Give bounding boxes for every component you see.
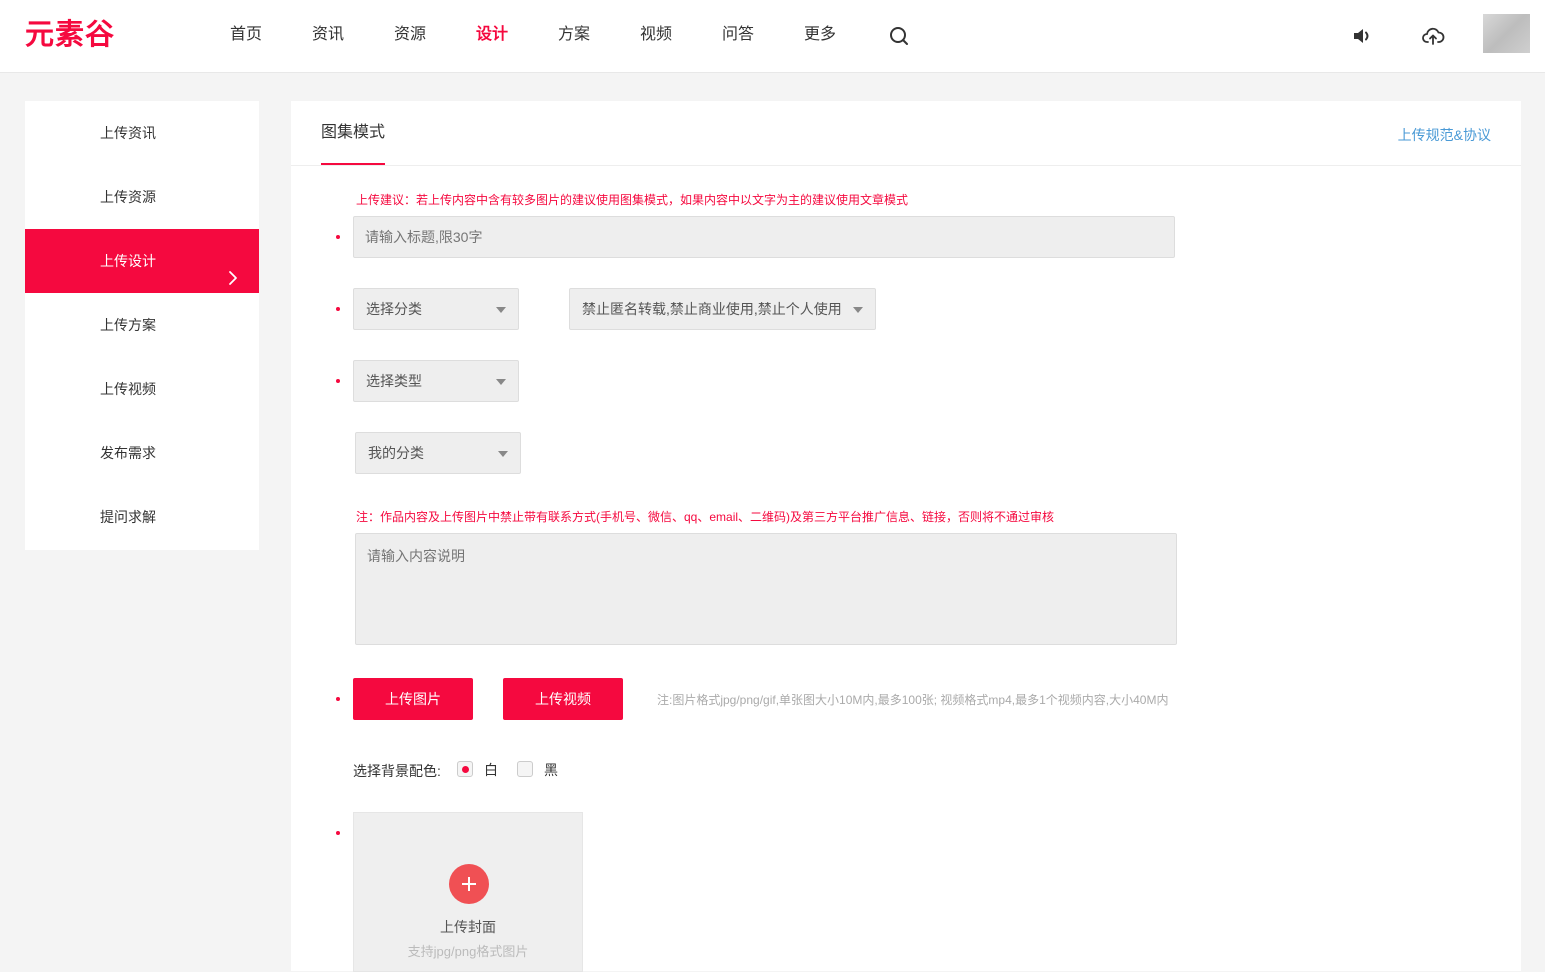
tab-gallery-mode[interactable]: 图集模式 [321, 121, 385, 165]
sidebar-item-label: 提问求解 [100, 509, 156, 525]
required-marker [336, 831, 340, 835]
sidebar-item-label: 上传资讯 [100, 125, 156, 141]
sidebar-item-post-demand[interactable]: 发布需求 [25, 421, 259, 485]
sidebar-item-upload-resource[interactable]: 上传资源 [25, 165, 259, 229]
sidebar-item-upload-news[interactable]: 上传资讯 [25, 101, 259, 165]
sidebar-item-upload-video[interactable]: 上传视频 [25, 357, 259, 421]
upload-form-panel: 图集模式 上传规范&协议 上传建议：若上传内容中含有较多图片的建议使用图集模式，… [291, 101, 1521, 972]
required-marker [336, 697, 340, 701]
sidebar-item-upload-solution[interactable]: 上传方案 [25, 293, 259, 357]
upload-suggestion-text: 上传建议：若上传内容中含有较多图片的建议使用图集模式，如果内容中以文字为主的建议… [356, 193, 909, 207]
sidebar-item-ask-question[interactable]: 提问求解 [25, 485, 259, 549]
bg-color-label: 选择背景配色: [353, 763, 441, 779]
sidebar-item-label: 上传设计 [100, 253, 156, 269]
caret-down-icon [498, 451, 508, 457]
cover-upload-title: 上传封面 [440, 919, 496, 935]
caret-down-icon [496, 307, 506, 313]
sidebar-item-label: 上传视频 [100, 381, 156, 397]
nav-item-qa[interactable]: 问答 [722, 0, 754, 72]
speaker-icon[interactable] [1350, 24, 1374, 48]
nav-item-home[interactable]: 首页 [230, 0, 262, 72]
top-navigation-bar: 元素谷 首页 资讯 资源 设计 方案 视频 问答 更多 [0, 0, 1545, 73]
category-select[interactable]: 选择分类 [353, 288, 519, 330]
license-select-value: 禁止匿名转载,禁止商业使用,禁止个人使用 [582, 301, 842, 317]
cloud-upload-icon[interactable] [1421, 24, 1445, 48]
bg-white-radio[interactable] [457, 761, 473, 777]
my-category-select[interactable]: 我的分类 [355, 432, 521, 474]
search-icon[interactable] [887, 24, 911, 48]
title-input[interactable] [353, 216, 1175, 258]
plus-icon [449, 864, 489, 904]
upload-sidebar: 上传资讯 上传资源 上传设计 上传方案 上传视频 发布需求 提问求解 [25, 101, 259, 550]
required-marker [336, 235, 340, 239]
required-marker [336, 307, 340, 311]
chevron-right-icon [225, 251, 241, 285]
tab-divider [291, 165, 1521, 166]
bg-white-label[interactable]: 白 [484, 760, 498, 780]
radio-selected-dot [462, 766, 469, 773]
sidebar-item-label: 发布需求 [100, 445, 156, 461]
license-select[interactable]: 禁止匿名转载,禁止商业使用,禁止个人使用 [569, 288, 876, 330]
sidebar-item-label: 上传资源 [100, 189, 156, 205]
caret-down-icon [853, 307, 863, 313]
type-select[interactable]: 选择类型 [353, 360, 519, 402]
site-logo[interactable]: 元素谷 [25, 17, 115, 53]
content-description-textarea[interactable] [355, 533, 1177, 645]
upload-image-button[interactable]: 上传图片 [353, 678, 473, 720]
nav-item-news[interactable]: 资讯 [312, 0, 344, 72]
content-notice-text: 注：作品内容及上传图片中禁止带有联系方式(手机号、微信、qq、email、二维码… [356, 510, 1055, 524]
nav-item-design[interactable]: 设计 [476, 0, 508, 72]
upload-video-button[interactable]: 上传视频 [503, 678, 623, 720]
caret-down-icon [496, 379, 506, 385]
nav-item-more[interactable]: 更多 [804, 0, 836, 72]
upload-agreement-link[interactable]: 上传规范&协议 [1398, 125, 1491, 145]
type-select-value: 选择类型 [366, 373, 422, 389]
nav-item-solutions[interactable]: 方案 [558, 0, 590, 72]
required-marker [336, 379, 340, 383]
bg-black-radio[interactable] [517, 761, 533, 777]
cover-upload-area[interactable]: 上传封面 支持jpg/png格式图片 [353, 812, 583, 972]
bg-black-label[interactable]: 黑 [544, 760, 558, 780]
my-category-select-value: 我的分类 [368, 445, 424, 461]
nav-item-resources[interactable]: 资源 [394, 0, 426, 72]
category-select-value: 选择分类 [366, 301, 422, 317]
sidebar-item-upload-design[interactable]: 上传设计 [25, 229, 259, 293]
avatar[interactable] [1483, 14, 1530, 53]
sidebar-item-label: 上传方案 [100, 317, 156, 333]
upload-format-hint: 注:图片格式jpg/png/gif,单张图大小10M内,最多100张; 视频格式… [657, 693, 1169, 707]
nav-item-videos[interactable]: 视频 [640, 0, 672, 72]
cover-upload-subtitle: 支持jpg/png格式图片 [407, 944, 529, 959]
